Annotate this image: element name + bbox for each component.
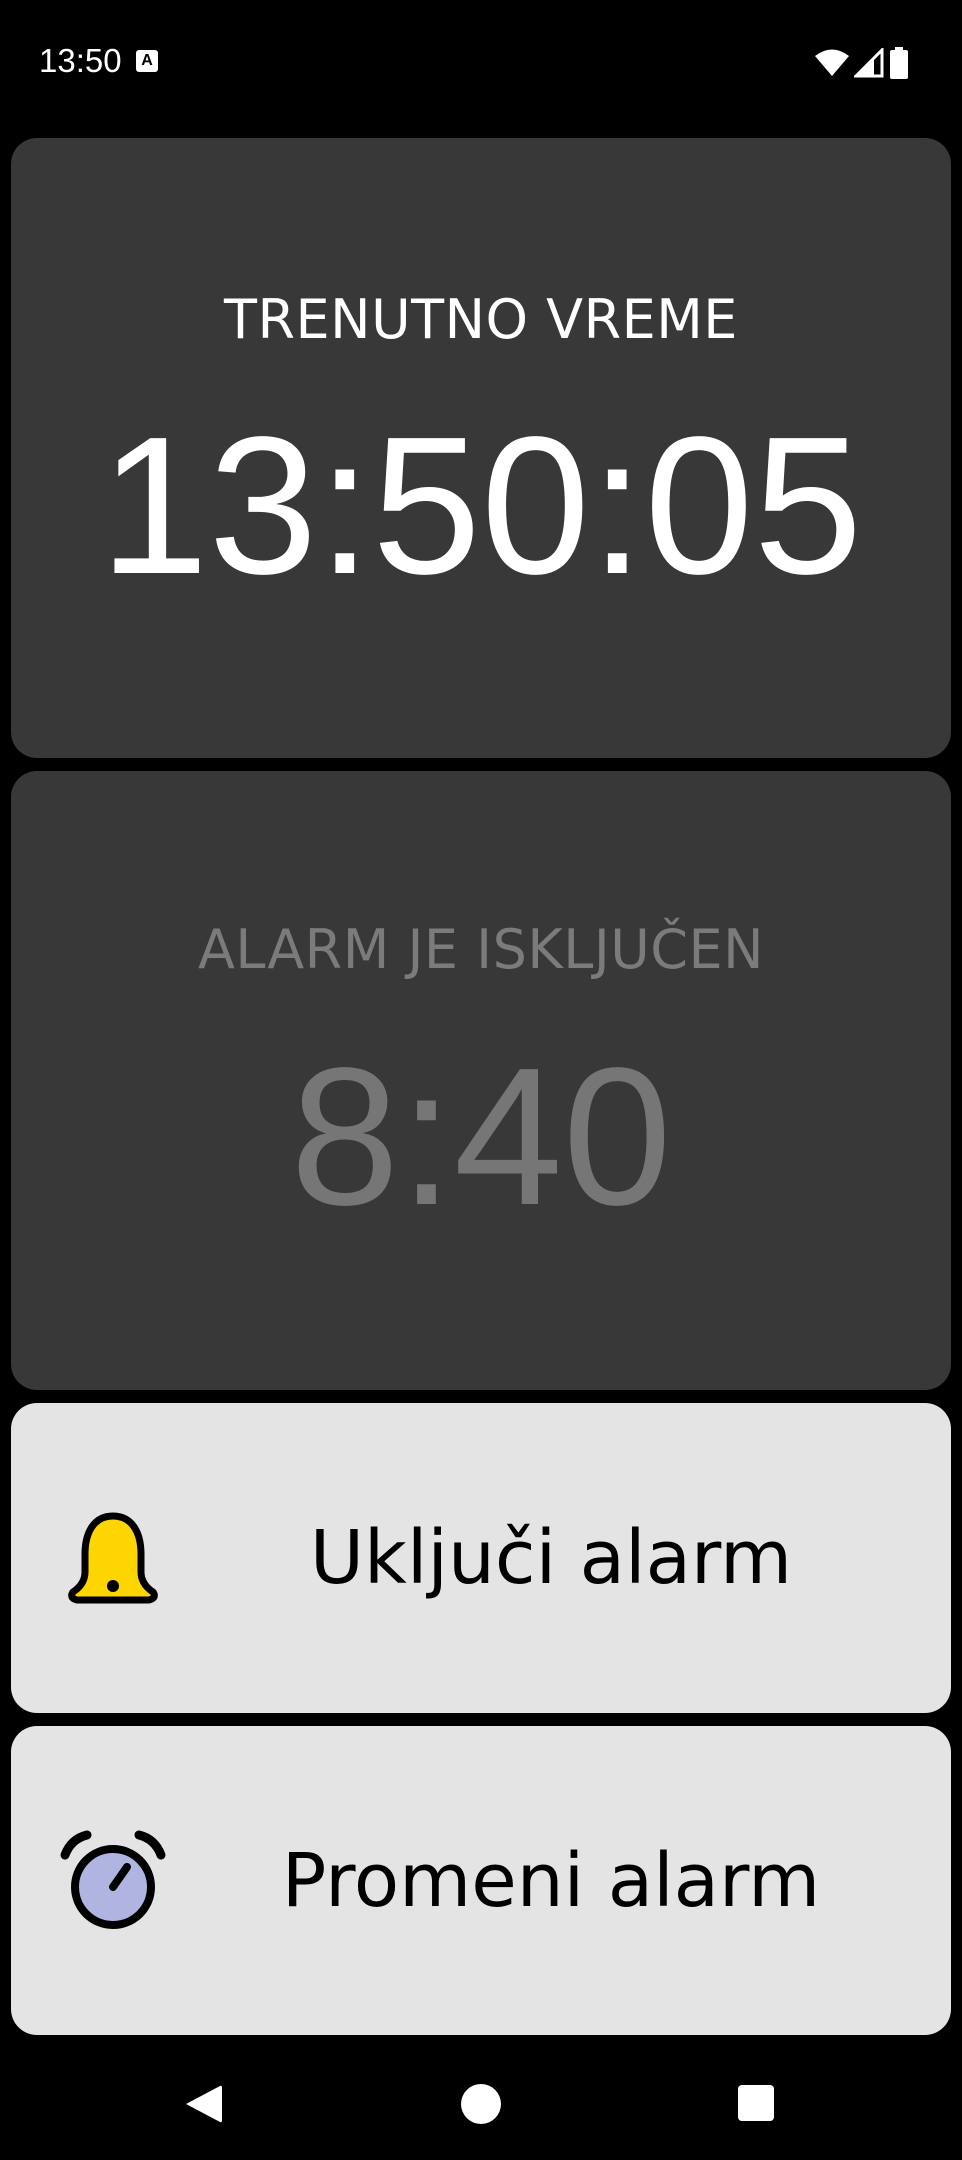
- status-icons: [814, 46, 910, 80]
- battery-icon: [890, 47, 908, 79]
- toggle-alarm-button[interactable]: Uključi alarm: [11, 1403, 951, 1713]
- wifi-icon: [815, 49, 849, 76]
- alarm-card: ALARM JE ISKLJUČEN 8:40: [11, 771, 951, 1390]
- cellular-signal-icon: [854, 48, 884, 78]
- toggle-alarm-label: Uključi alarm: [309, 1515, 793, 1601]
- current-time-display: 13:50:05: [99, 396, 863, 615]
- back-icon[interactable]: [182, 2082, 226, 2126]
- recents-icon[interactable]: [735, 2082, 779, 2126]
- alarm-status-label: ALARM JE ISKLJUČEN: [197, 918, 765, 981]
- change-alarm-button[interactable]: Promeni alarm: [11, 1726, 951, 2035]
- alarm-time-display: 8:40: [290, 1027, 672, 1246]
- notification-a-icon: A: [136, 50, 158, 72]
- current-time-card: TRENUTNO VREME 13:50:05: [11, 138, 951, 758]
- home-icon[interactable]: [459, 2082, 503, 2126]
- current-time-heading: TRENUTNO VREME: [224, 288, 738, 351]
- status-bar: 13:50 A: [0, 0, 962, 126]
- change-alarm-label: Promeni alarm: [281, 1837, 821, 1924]
- status-time: 13:50: [39, 42, 122, 79]
- navigation-bar: [0, 2040, 962, 2160]
